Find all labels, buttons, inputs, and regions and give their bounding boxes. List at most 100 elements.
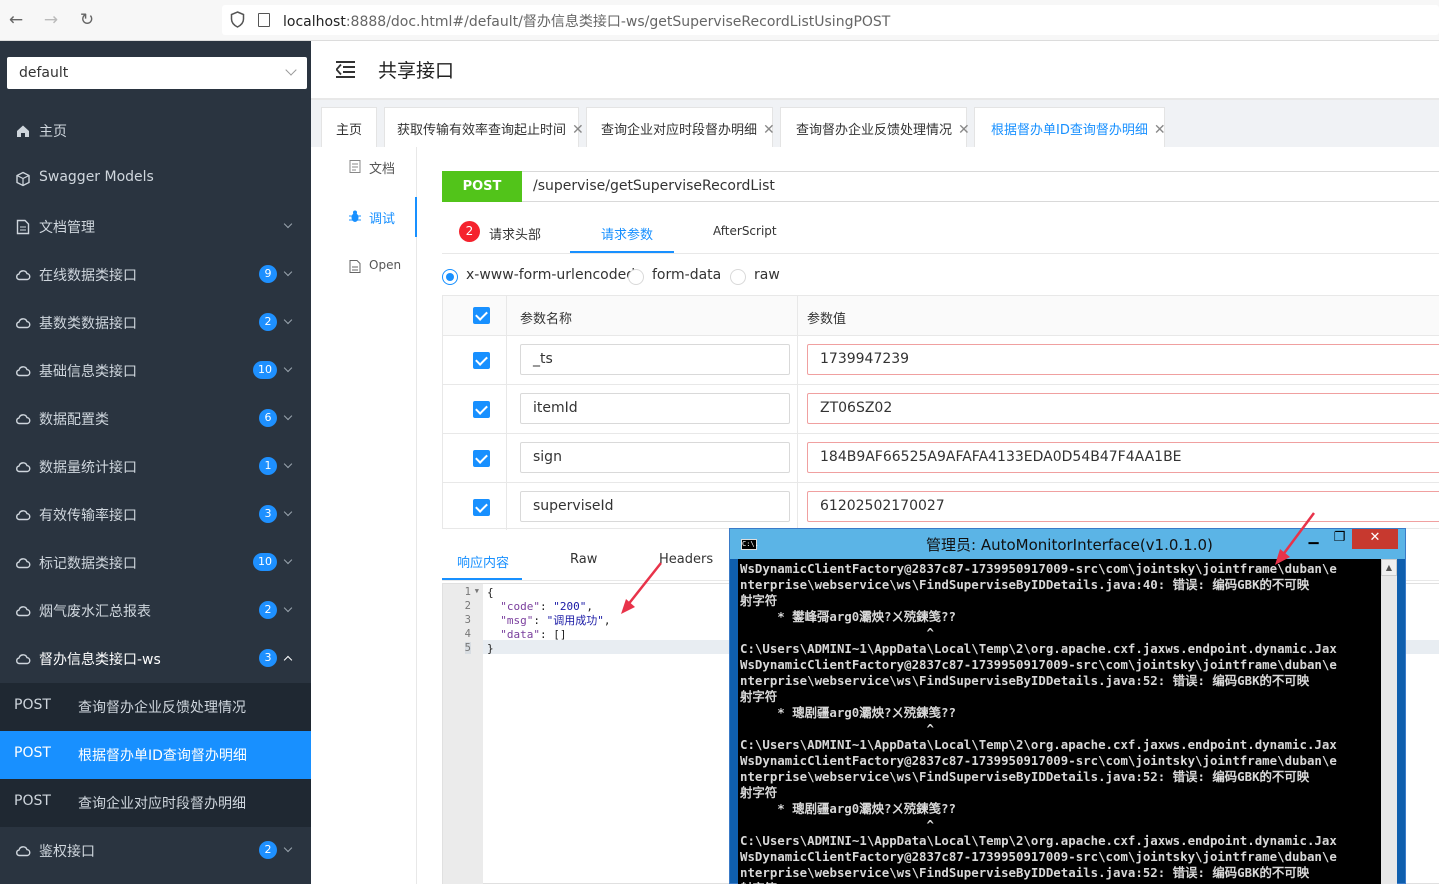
row-checkbox[interactable]: [473, 499, 490, 516]
sidebar-item[interactable]: 数据量统计接口 1: [0, 443, 311, 491]
tab-feedback[interactable]: 查询督办企业反馈处理情况 ✕: [780, 107, 970, 147]
cloud-icon: [16, 462, 31, 473]
tab-debug[interactable]: 调试: [311, 197, 417, 237]
console-line: WsDynamicClientFactory@2837c87-173995091…: [740, 753, 1337, 768]
tab-open[interactable]: Open: [311, 247, 417, 287]
sidebar-item[interactable]: 标记数据类接口 10: [0, 539, 311, 587]
sidebar-item[interactable]: 主页: [0, 107, 311, 155]
forward-icon[interactable]: →: [39, 8, 63, 32]
active-tab-indicator: [570, 251, 674, 253]
cloud-icon: [16, 318, 31, 329]
column-divider: [797, 296, 798, 530]
address-bar[interactable]: localhost:8888/doc.html#/default/督办信息类接口…: [222, 5, 1439, 35]
row-checkbox[interactable]: [473, 401, 490, 418]
sidebar-item[interactable]: 烟气废水汇总报表 2: [0, 587, 311, 635]
count-badge: 2: [259, 313, 277, 331]
count-badge: 10: [253, 553, 277, 571]
param-name-input[interactable]: superviseId: [520, 491, 790, 522]
method-badge[interactable]: POST: [442, 171, 522, 202]
param-name-input[interactable]: itemId: [520, 393, 790, 424]
tab-home[interactable]: 主页: [321, 107, 377, 147]
param-name-input[interactable]: _ts: [520, 344, 790, 375]
chevron-down-icon: [283, 411, 293, 421]
tab-request-params[interactable]: 请求参数: [601, 224, 653, 243]
console-line: C:\Users\ADMINI~1\AppData\Local\Temp\2\o…: [740, 833, 1337, 848]
console-scrollbar[interactable]: ▲: [1381, 559, 1397, 884]
select-all-checkbox[interactable]: [473, 307, 490, 324]
cloud-icon: [16, 510, 31, 521]
sidebar-subitem[interactable]: POST 根据督办单ID查询督办明细: [0, 731, 311, 779]
headers-count-badge: 2: [459, 221, 480, 242]
browser-toolbar: ← → ↻ localhost:8888/doc.html#/default/督…: [0, 0, 1439, 41]
chevron-down-icon: [283, 267, 293, 277]
close-window-button[interactable]: ✕: [1352, 529, 1398, 549]
tab-transfer-rate-time[interactable]: 获取传输有效率查询起止时间 ✕: [384, 107, 584, 147]
group-select[interactable]: default: [7, 57, 307, 89]
tab-doc[interactable]: 文档: [311, 147, 417, 187]
cloud-icon: [16, 606, 31, 617]
method-label: POST: [14, 793, 51, 809]
chevron-down-icon: [285, 64, 297, 76]
sidebar-item[interactable]: 鉴权接口 2: [0, 827, 311, 875]
console-line: ^: [740, 625, 934, 640]
count-badge: 6: [259, 409, 277, 427]
sidebar-item[interactable]: Swagger Models: [0, 155, 311, 203]
table-row: itemId ZT06SZ02: [443, 385, 1439, 434]
console-titlebar[interactable]: C:\. 管理员: AutoMonitorInterface(v1.0.1.0)…: [730, 529, 1405, 559]
minimize-button[interactable]: ▁: [1300, 529, 1327, 549]
line-gutter: 1 ▼ 2 3 4 5: [443, 584, 483, 884]
tab-response-content[interactable]: 响应内容: [457, 552, 509, 571]
menu-fold-icon[interactable]: [336, 61, 355, 78]
fold-arrow-icon[interactable]: ▼: [475, 587, 479, 595]
param-value-input[interactable]: ZT06SZ02: [807, 393, 1439, 424]
tab-response-raw[interactable]: Raw: [570, 552, 597, 567]
sidebar-item-label: 在线数据类接口: [39, 268, 137, 284]
sidebar-item[interactable]: 在线数据类接口 9: [0, 251, 311, 299]
sidebar-item[interactable]: 督办信息类接口-ws 3: [0, 635, 311, 683]
param-name-input[interactable]: sign: [520, 442, 790, 473]
console-line: nterprise\webservice\ws\FindSuperviseByI…: [740, 769, 1310, 784]
console-line: 射字符: [740, 689, 778, 704]
scroll-up-icon[interactable]: ▲: [1381, 559, 1397, 576]
close-icon[interactable]: ✕: [572, 122, 584, 138]
count-badge: 3: [259, 505, 277, 523]
chevron-down-icon: [283, 555, 293, 565]
param-value-input[interactable]: 1739947239: [807, 344, 1439, 375]
method-label: POST: [14, 745, 51, 761]
param-value-input[interactable]: 61202502170027: [807, 491, 1439, 522]
sidebar-item[interactable]: 基础信息类接口 10: [0, 347, 311, 395]
close-icon[interactable]: ✕: [1154, 122, 1166, 138]
console-line: 射字符: [740, 785, 778, 800]
sidebar-item-label: 数据量统计接口: [39, 460, 137, 476]
tab-after-script[interactable]: AfterScript: [713, 224, 777, 238]
reload-icon[interactable]: ↻: [75, 8, 99, 32]
chevron-down-icon: [283, 603, 293, 613]
sidebar-item[interactable]: 数据配置类 6: [0, 395, 311, 443]
tab-request-headers[interactable]: 请求头部: [489, 224, 541, 243]
sidebar-item[interactable]: 基数类数据接口 2: [0, 299, 311, 347]
close-icon[interactable]: ✕: [763, 122, 775, 138]
sidebar-item[interactable]: 有效传输率接口 3: [0, 491, 311, 539]
sidebar-subitem[interactable]: POST 查询督办企业反馈处理情况: [0, 683, 311, 731]
back-icon[interactable]: ←: [4, 8, 28, 32]
sidebar-item[interactable]: 文档管理: [0, 203, 311, 251]
close-icon[interactable]: ✕: [958, 122, 970, 138]
chevron-down-icon: [283, 315, 293, 325]
request-path[interactable]: /supervise/getSuperviseRecordList: [533, 178, 775, 194]
sidebar-subitem-label: 根据督办单ID查询督办明细: [78, 748, 247, 764]
chevron-down-icon: [283, 219, 293, 229]
cloud-icon: [16, 846, 31, 857]
sidebar-subitem[interactable]: POST 查询企业对应时段督办明细: [0, 779, 311, 827]
tab-detail-by-id[interactable]: 根据督办单ID查询督办明细 ✕: [974, 107, 1166, 147]
chevron-down-icon: [283, 363, 293, 373]
row-checkbox[interactable]: [473, 450, 490, 467]
tab-period-detail[interactable]: 查询企业对应时段督办明细 ✕: [586, 107, 775, 147]
sidebar-item-label: 烟气废水汇总报表: [39, 604, 151, 620]
row-checkbox[interactable]: [473, 352, 490, 369]
tab-response-headers[interactable]: Headers: [659, 552, 713, 567]
console-output[interactable]: WsDynamicClientFactory@2837c87-173995091…: [738, 559, 1381, 884]
sidebar-item-label: 有效传输率接口: [39, 508, 137, 524]
param-value-input[interactable]: 184B9AF66525A9AFAFA4133EDA0D54B47F4AA1BE: [807, 442, 1439, 473]
maximize-button[interactable]: ❐: [1327, 529, 1352, 549]
chevron-down-icon: [283, 507, 293, 517]
